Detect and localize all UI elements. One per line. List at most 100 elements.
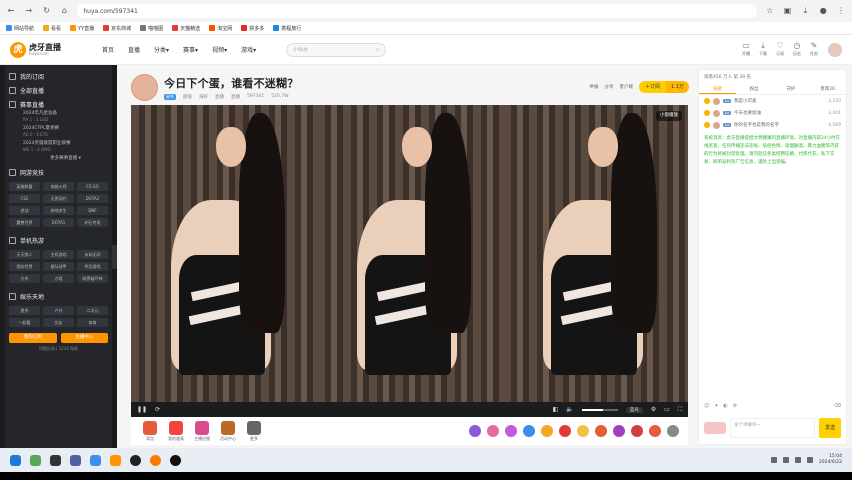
bookmark-item[interactable]: 京东商城 xyxy=(103,25,131,32)
chat-input[interactable]: 发个弹幕呗~ xyxy=(730,418,815,438)
header-icon-3[interactable]: ◷ 历史 xyxy=(793,42,801,57)
send-button[interactable]: 发送 xyxy=(819,418,841,438)
chat-tab[interactable]: 贡献 xyxy=(699,84,736,94)
chat-tab[interactable]: 贵宾26 xyxy=(809,84,846,94)
reload-icon[interactable]: ↻ xyxy=(42,6,52,16)
video-player[interactable]: 小窗播放 ❚❚ ⟳ ◧ 🔈 蓝光 ⚙ ▭ ⛶ xyxy=(131,105,688,417)
nav-item[interactable]: 视频▾ xyxy=(212,45,227,54)
category-chip[interactable]: 星秀 xyxy=(9,306,40,315)
gift-item[interactable]: 主播应援 xyxy=(189,420,215,442)
gift-slot[interactable] xyxy=(466,425,484,437)
app-icon[interactable] xyxy=(30,454,41,466)
gift-slot[interactable] xyxy=(502,425,520,437)
subscribe-button[interactable]: ＋订阅 1.1万 xyxy=(639,81,689,93)
gift-item[interactable]: 活动中心 xyxy=(215,420,241,442)
battery-icon[interactable] xyxy=(794,457,801,463)
emoji-icon[interactable]: ☺ xyxy=(704,403,709,409)
rank-row[interactable]: Lv 我是小可爱 3,220 xyxy=(699,95,846,107)
star-icon[interactable]: ☆ xyxy=(765,6,775,16)
category-chip[interactable]: DOTA1 xyxy=(43,218,74,227)
user-avatar[interactable] xyxy=(828,42,842,57)
category-chip[interactable]: DNF xyxy=(77,206,108,215)
host-avatar[interactable] xyxy=(131,73,158,101)
nav-item[interactable]: 分类▾ xyxy=(154,45,169,54)
gift-slot[interactable] xyxy=(592,425,610,437)
site-logo[interactable]: 虎 虎牙直播 huya.com xyxy=(10,41,80,58)
clock[interactable]: 15:04 2024/6/22 xyxy=(819,454,842,466)
category-chip[interactable]: 天天狼人 xyxy=(9,250,40,259)
volume-icon[interactable]: 🔈 xyxy=(566,406,573,413)
gift-slot[interactable] xyxy=(664,425,682,437)
home-icon[interactable]: ⌂ xyxy=(60,6,70,16)
room-action[interactable]: 分享 xyxy=(605,84,614,90)
header-icon-1[interactable]: ⤓ 下载 xyxy=(759,42,767,57)
app-icon[interactable] xyxy=(130,454,141,466)
category-chip[interactable]: 交友 xyxy=(43,318,74,327)
color-icon[interactable]: ◐ xyxy=(723,403,727,409)
event-item[interactable]: 2024英雄联盟职业联赛 WE 1 : 2 OMG xyxy=(9,141,108,153)
pause-icon[interactable]: ❚❚ xyxy=(137,406,147,413)
huya-app-icon[interactable] xyxy=(110,454,121,466)
nav-item[interactable]: 赛事▾ xyxy=(183,45,198,54)
category-chip[interactable]: 炉石传说 xyxy=(77,218,108,227)
room-action[interactable]: 客户端 xyxy=(620,84,634,90)
gift-slot[interactable] xyxy=(556,425,574,437)
header-icon-0[interactable]: ▭ 开播 xyxy=(742,42,750,57)
bookmark-item[interactable]: 看看 xyxy=(43,25,61,32)
gift-slot[interactable] xyxy=(646,425,664,437)
volume-slider[interactable] xyxy=(581,408,618,411)
sidebar-button[interactable]: 我的订阅 xyxy=(9,333,57,343)
category-chip[interactable]: 一起看 xyxy=(9,318,40,327)
room-action[interactable]: 举报 xyxy=(590,84,599,90)
bookmark-item[interactable]: 拼多多 xyxy=(241,25,264,32)
chat-badge[interactable] xyxy=(704,422,726,434)
category-chip[interactable]: DOTA2 xyxy=(77,194,108,203)
bookmark-item[interactable]: 喵喵图 xyxy=(140,25,163,32)
nav-item[interactable]: 游戏▾ xyxy=(241,45,256,54)
input-method-icon[interactable] xyxy=(806,457,813,463)
sidebar-section[interactable]: 全部直播 xyxy=(9,83,108,97)
category-chip[interactable]: 无畏契约 xyxy=(43,194,74,203)
event-item[interactable]: 2024年凡星准备 RA 1 : 1 LGD xyxy=(9,111,108,123)
video-frame[interactable]: 小窗播放 xyxy=(131,105,688,402)
category-chip[interactable]: 户外 xyxy=(43,306,74,315)
settings-icon[interactable]: ⚙ xyxy=(733,403,737,409)
back-icon[interactable]: ← xyxy=(6,6,16,16)
gift-item[interactable]: 我的道具 xyxy=(163,420,189,442)
download-icon[interactable]: ⤓ xyxy=(800,6,810,16)
category-chip[interactable]: 怀旧游戏 xyxy=(77,262,108,271)
settings-icon[interactable]: ⚙ xyxy=(651,406,656,413)
clear-icon[interactable]: ⌫ xyxy=(834,403,841,409)
app-icon[interactable] xyxy=(70,454,81,466)
gift-item[interactable]: 背包 xyxy=(137,420,163,442)
category-chip[interactable]: CS:GO xyxy=(77,182,108,191)
category-chip[interactable]: 方舟 xyxy=(9,274,40,283)
mini-window-button[interactable]: 小窗播放 xyxy=(656,111,682,121)
theater-icon[interactable]: ▭ xyxy=(664,406,670,413)
category-chip[interactable]: 永劫无间 xyxy=(77,250,108,259)
app-icon[interactable] xyxy=(170,454,181,466)
category-chip[interactable]: 主机游戏 xyxy=(43,250,74,259)
sidebar-section[interactable]: 赛事直播 xyxy=(9,97,108,111)
address-bar[interactable]: huya.com/597341 xyxy=(77,4,757,18)
category-chip[interactable]: 逆战 xyxy=(9,206,40,215)
nav-item[interactable]: 首页 xyxy=(102,45,114,54)
category-chip[interactable]: 魔兽世界 xyxy=(9,218,40,227)
start-icon[interactable] xyxy=(10,454,21,466)
profile-icon[interactable]: ● xyxy=(818,6,828,16)
event-item[interactable]: 2024CFPL夏季赛 AG 0 : 0 ETS xyxy=(9,126,108,138)
gift-slot[interactable] xyxy=(520,425,538,437)
bookmark-item[interactable]: 网站导航 xyxy=(6,25,34,32)
fullscreen-icon[interactable]: ⛶ xyxy=(678,406,682,414)
rank-row[interactable]: Lv 今天也要加油 3,441 xyxy=(699,107,846,119)
sidebar-button[interactable]: 主播中心 xyxy=(60,333,108,343)
forward-icon[interactable]: → xyxy=(24,6,34,16)
chat-tab[interactable]: 守护 xyxy=(773,84,810,94)
search-input[interactable]: 小仙女 ⌕ xyxy=(286,42,387,57)
browser-app-icon[interactable] xyxy=(90,454,101,466)
category-chip[interactable]: 刀塔 xyxy=(43,274,74,283)
network-icon[interactable] xyxy=(770,457,777,463)
app-icon[interactable] xyxy=(150,454,161,466)
gift-slot[interactable] xyxy=(574,425,592,437)
header-icon-2[interactable]: ♡ 订阅 xyxy=(776,42,784,57)
